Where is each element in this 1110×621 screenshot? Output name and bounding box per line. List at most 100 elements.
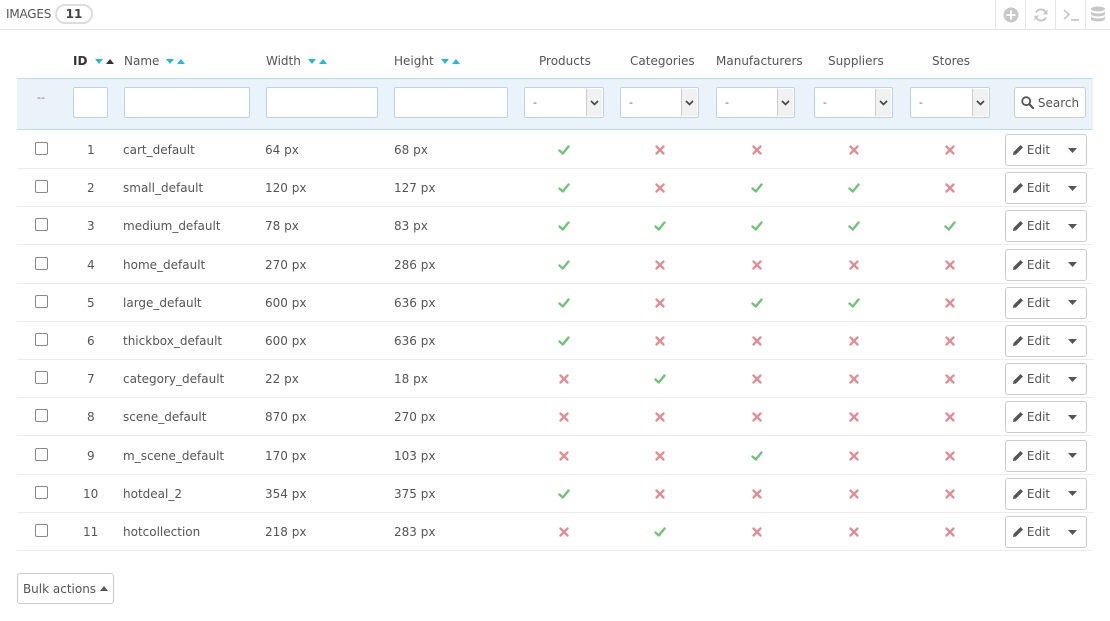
stores-cross-icon[interactable] xyxy=(944,411,956,423)
stores-cross-icon[interactable] xyxy=(944,297,956,309)
suppliers-check-icon[interactable] xyxy=(848,220,860,232)
table-row[interactable]: 7 category_default 22 px 18 px Edit xyxy=(17,360,1093,399)
manufacturers-cross-icon[interactable] xyxy=(751,259,763,271)
manufacturers-cross-icon[interactable] xyxy=(751,373,763,385)
row-actions-dropdown[interactable] xyxy=(1058,288,1086,318)
edit-button[interactable]: Edit xyxy=(1006,364,1056,394)
edit-button[interactable]: Edit xyxy=(1006,211,1056,241)
categories-cross-icon[interactable] xyxy=(654,144,666,156)
suppliers-cross-icon[interactable] xyxy=(848,450,860,462)
row-checkbox[interactable] xyxy=(35,447,48,461)
edit-button[interactable]: Edit xyxy=(1006,250,1056,280)
row-checkbox[interactable] xyxy=(35,218,48,232)
stores-cross-icon[interactable] xyxy=(944,182,956,194)
filter-suppliers-select[interactable]: - xyxy=(814,87,893,118)
suppliers-check-icon[interactable] xyxy=(848,182,860,194)
edit-button[interactable]: Edit xyxy=(1006,517,1056,547)
suppliers-cross-icon[interactable] xyxy=(848,373,860,385)
sql-query-button[interactable] xyxy=(1055,0,1085,30)
manufacturers-check-icon[interactable] xyxy=(751,297,763,309)
sort-icon[interactable] xyxy=(166,58,186,66)
suppliers-cross-icon[interactable] xyxy=(848,259,860,271)
categories-cross-icon[interactable] xyxy=(654,297,666,309)
products-cross-icon[interactable] xyxy=(558,373,570,385)
filter-height-input[interactable] xyxy=(394,87,508,118)
stores-cross-icon[interactable] xyxy=(944,526,956,538)
edit-button[interactable]: Edit xyxy=(1006,288,1056,318)
sort-icon[interactable] xyxy=(307,58,328,66)
products-check-icon[interactable] xyxy=(558,488,570,500)
suppliers-cross-icon[interactable] xyxy=(848,411,860,423)
products-cross-icon[interactable] xyxy=(558,450,570,462)
edit-button[interactable]: Edit xyxy=(1006,441,1056,471)
manufacturers-check-icon[interactable] xyxy=(751,220,763,232)
stores-cross-icon[interactable] xyxy=(944,373,956,385)
row-actions-dropdown[interactable] xyxy=(1058,326,1086,356)
row-actions-dropdown[interactable] xyxy=(1058,364,1086,394)
filter-id-input[interactable] xyxy=(73,87,108,118)
manufacturers-cross-icon[interactable] xyxy=(751,335,763,347)
row-checkbox[interactable] xyxy=(35,294,48,308)
table-row[interactable]: 10 hotdeal_2 354 px 375 px Edit xyxy=(17,475,1093,513)
filter-manufacturers-select[interactable]: - xyxy=(716,87,795,118)
suppliers-cross-icon[interactable] xyxy=(848,526,860,538)
table-row[interactable]: 8 scene_default 870 px 270 px Edit xyxy=(17,398,1093,437)
manufacturers-cross-icon[interactable] xyxy=(751,488,763,500)
table-row[interactable]: 5 large_default 600 px 636 px Edit xyxy=(17,284,1093,322)
row-actions-dropdown[interactable] xyxy=(1058,250,1086,280)
row-actions-dropdown[interactable] xyxy=(1058,479,1086,509)
stores-cross-icon[interactable] xyxy=(944,488,956,500)
edit-button[interactable]: Edit xyxy=(1006,479,1056,509)
row-checkbox[interactable] xyxy=(35,256,48,270)
bulk-actions-button[interactable]: Bulk actions xyxy=(17,573,114,604)
manufacturers-cross-icon[interactable] xyxy=(751,526,763,538)
manufacturers-cross-icon[interactable] xyxy=(751,144,763,156)
products-cross-icon[interactable] xyxy=(558,526,570,538)
row-actions-dropdown[interactable] xyxy=(1058,211,1086,241)
products-check-icon[interactable] xyxy=(558,259,570,271)
products-check-icon[interactable] xyxy=(558,220,570,232)
edit-button[interactable]: Edit xyxy=(1006,173,1056,203)
table-row[interactable]: 1 cart_default 64 px 68 px Edit xyxy=(17,131,1093,169)
stores-cross-icon[interactable] xyxy=(944,335,956,347)
table-row[interactable]: 2 small_default 120 px 127 px Edit xyxy=(17,169,1093,208)
row-checkbox[interactable] xyxy=(35,485,48,499)
manufacturers-check-icon[interactable] xyxy=(751,182,763,194)
suppliers-cross-icon[interactable] xyxy=(848,144,860,156)
stores-check-icon[interactable] xyxy=(944,220,956,232)
refresh-button[interactable] xyxy=(1025,0,1055,30)
export-button[interactable] xyxy=(1085,0,1110,30)
row-checkbox[interactable] xyxy=(35,142,48,155)
sort-icon[interactable] xyxy=(94,58,115,66)
row-actions-dropdown[interactable] xyxy=(1058,135,1086,165)
manufacturers-cross-icon[interactable] xyxy=(751,411,763,423)
edit-button[interactable]: Edit xyxy=(1006,402,1056,432)
categories-cross-icon[interactable] xyxy=(654,182,666,194)
edit-button[interactable]: Edit xyxy=(1006,135,1056,165)
filter-categories-select[interactable]: - xyxy=(620,87,699,118)
add-new-button[interactable] xyxy=(995,0,1025,30)
stores-cross-icon[interactable] xyxy=(944,450,956,462)
categories-cross-icon[interactable] xyxy=(654,335,666,347)
row-actions-dropdown[interactable] xyxy=(1058,173,1086,203)
row-checkbox[interactable] xyxy=(35,371,48,385)
row-checkbox[interactable] xyxy=(35,180,48,194)
categories-cross-icon[interactable] xyxy=(654,488,666,500)
products-check-icon[interactable] xyxy=(558,335,570,347)
categories-check-icon[interactable] xyxy=(654,220,666,232)
row-actions-dropdown[interactable] xyxy=(1058,441,1086,471)
categories-check-icon[interactable] xyxy=(654,373,666,385)
categories-check-icon[interactable] xyxy=(654,526,666,538)
filter-width-input[interactable] xyxy=(266,87,378,118)
sort-icon[interactable] xyxy=(440,58,461,66)
row-checkbox[interactable] xyxy=(35,333,48,346)
products-cross-icon[interactable] xyxy=(558,411,570,423)
filter-name-input[interactable] xyxy=(124,87,250,118)
table-row[interactable]: 11 hotcollection 218 px 283 px Edit xyxy=(17,513,1093,551)
table-row[interactable]: 3 medium_default 78 px 83 px Edit xyxy=(17,207,1093,246)
categories-cross-icon[interactable] xyxy=(654,450,666,462)
table-row[interactable]: 4 home_default 270 px 286 px Edit xyxy=(17,246,1093,284)
products-check-icon[interactable] xyxy=(558,144,570,156)
categories-cross-icon[interactable] xyxy=(654,259,666,271)
filter-stores-select[interactable]: - xyxy=(910,87,990,118)
